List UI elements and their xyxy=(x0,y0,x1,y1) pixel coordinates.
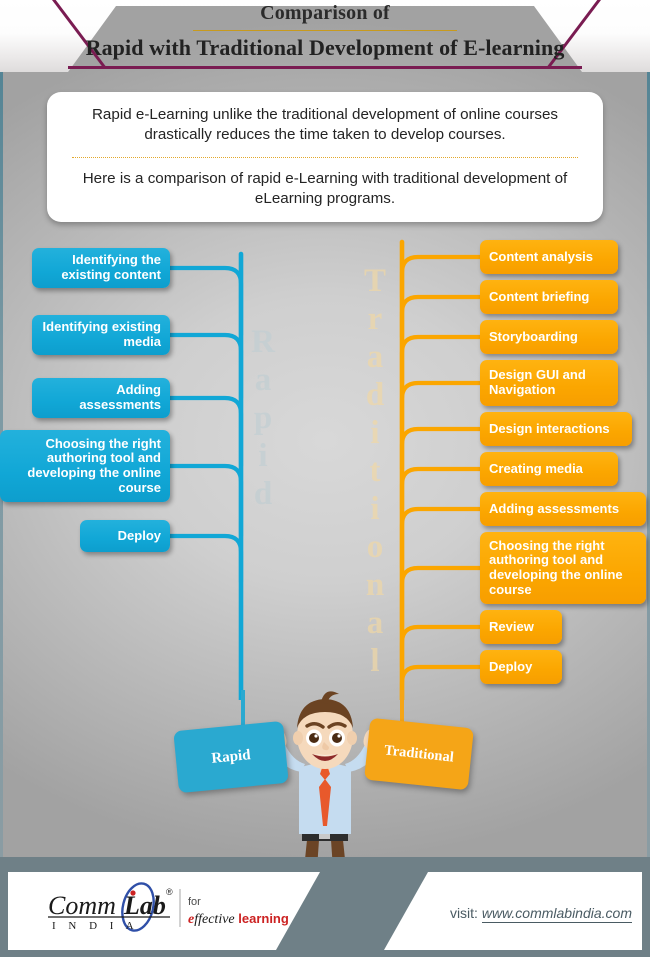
rapid-step-box[interactable]: Adding assessments xyxy=(32,378,170,418)
flow-connector xyxy=(399,254,483,300)
logo-lab: Lab xyxy=(123,891,166,920)
traditional-step-box[interactable]: Design interactions xyxy=(480,412,632,446)
flow-connector xyxy=(399,294,483,340)
logo-tagline-main: effective learning xyxy=(188,911,289,927)
header-divider xyxy=(193,30,457,31)
intro-card: Rapid e-Learning unlike the traditional … xyxy=(47,92,603,222)
flow-connector xyxy=(399,466,483,512)
character-ear-left xyxy=(293,731,303,745)
header-border-bottom xyxy=(68,66,582,69)
traditional-step-box[interactable]: Creating media xyxy=(480,452,618,486)
flow-connector xyxy=(399,565,483,630)
logo-india: I N D I A xyxy=(52,920,139,932)
flow-connector xyxy=(167,463,244,539)
rapid-step-box[interactable]: Choosing the right authoring tool and de… xyxy=(0,430,170,502)
flow-connector xyxy=(399,380,483,432)
character-ear-right xyxy=(347,731,357,745)
traditional-step-box[interactable]: Storyboarding xyxy=(480,320,618,354)
traditional-sign: Traditional xyxy=(364,717,474,791)
process-flow-diagram: Identifying the existing content Identify… xyxy=(0,230,650,700)
traditional-step-box[interactable]: Deploy xyxy=(480,650,562,684)
flow-connector xyxy=(399,506,483,571)
traditional-sign-label: Traditional xyxy=(383,741,455,766)
header-title-line2: Rapid with Traditional Development of E-… xyxy=(85,35,565,60)
logo-tagline-for: for xyxy=(188,896,201,908)
flow-connector xyxy=(399,334,483,386)
traditional-step-box[interactable]: Content analysis xyxy=(480,240,618,274)
visit-label: visit: xyxy=(449,905,478,921)
flow-connector xyxy=(167,265,244,338)
rapid-step-box[interactable]: Deploy xyxy=(80,520,170,552)
rapid-step-box[interactable]: Identifying existing media xyxy=(32,315,170,355)
flow-connector xyxy=(167,332,244,401)
header-title-line1: Comparison of xyxy=(260,2,390,24)
commlab-india-logo[interactable]: Comm Lab ® I N D I A for effective learn… xyxy=(38,881,298,933)
traditional-step-box[interactable]: Review xyxy=(480,610,562,644)
infographic-page: Comparison of Rapid with Traditional Dev… xyxy=(0,0,650,957)
visit-url[interactable]: www.commlabindia.com xyxy=(481,905,632,923)
intro-paragraph-1: Rapid e-Learning unlike the traditional … xyxy=(91,106,559,144)
flow-connector xyxy=(167,395,244,469)
rapid-step-box[interactable]: Identifying the existing content xyxy=(32,248,170,288)
traditional-step-box[interactable]: Design GUI and Navigation xyxy=(480,360,618,406)
traditional-step-box[interactable]: Adding assessments xyxy=(480,492,646,526)
flow-connector xyxy=(399,664,483,700)
flow-connector xyxy=(167,533,244,585)
rapid-sign-label: Rapid xyxy=(210,746,252,767)
logo-registered: ® xyxy=(166,887,173,897)
flow-connector xyxy=(399,426,483,472)
visit-url-line[interactable]: visit: www.commlabindia.com xyxy=(449,905,632,923)
traditional-step-box[interactable]: Choosing the right authoring tool and de… xyxy=(480,532,646,604)
rapid-sign: Rapid xyxy=(173,720,289,794)
flow-connector xyxy=(399,624,483,670)
intro-dotted-divider xyxy=(72,156,578,158)
page-header: Comparison of Rapid with Traditional Dev… xyxy=(0,0,650,72)
traditional-step-box[interactable]: Content briefing xyxy=(480,280,618,314)
logo-comm: Comm xyxy=(48,891,116,920)
intro-paragraph-2: Here is a comparison of rapid e-Learning… xyxy=(82,169,568,207)
